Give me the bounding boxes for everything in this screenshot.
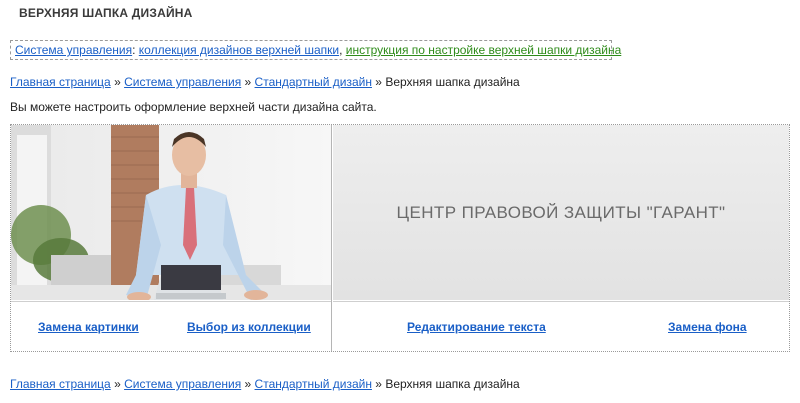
breadcrumb-standard-design[interactable]: Стандартный дизайн [255,75,372,89]
breadcrumb-home[interactable]: Главная страница [10,377,111,391]
link-control-system[interactable]: Система управления [15,43,132,57]
image-cell-divider [11,301,331,302]
breadcrumb-current: Верхняя шапка дизайна [385,75,520,89]
header-text-cell: ЦЕНТР ПРАВОВОЙ ЗАЩИТЫ "ГАРАНТ" Редактиро… [333,125,789,351]
breadcrumb-separator: » [110,75,125,89]
breadcrumb-control-system[interactable]: Система управления [124,75,241,89]
breadcrumb-separator: » [241,377,255,391]
header-background: ЦЕНТР ПРАВОВОЙ ЗАЩИТЫ "ГАРАНТ" [333,125,789,300]
breadcrumb-separator: » [110,377,125,391]
link-header-collection[interactable]: коллекция дизайнов верхней шапки [139,43,339,57]
edit-text-button[interactable]: Редактирование текста [407,320,546,334]
page-title: ВЕРХНЯЯ ШАПКА ДИЗАЙНА [19,6,193,20]
breadcrumb-home[interactable]: Главная страница [10,75,111,89]
text-cell-divider [333,301,789,302]
businessman-photo [11,125,331,300]
header-image-cell: Замена картинки Выбор из коллекции [11,125,332,351]
links-colon: : [132,43,139,57]
breadcrumb-separator: » [241,75,255,89]
breadcrumb-control-system[interactable]: Система управления [124,377,241,391]
links-comma: , [339,43,346,57]
breadcrumb-top: Главная страница » Система управления » … [10,75,520,89]
control-links-box: Система управления: коллекция дизайнов в… [10,40,621,60]
link-header-instructions[interactable]: инструкция по настройке верхней шапки ди… [346,43,622,57]
breadcrumb-separator: » [371,75,386,89]
intro-text: Вы можете настроить оформление верхней ч… [10,100,377,114]
replace-background-button[interactable]: Замена фона [668,320,747,334]
breadcrumb-current: Верхняя шапка дизайна [385,377,520,391]
header-photo [11,125,331,300]
choose-from-collection-button[interactable]: Выбор из коллекции [187,320,311,334]
header-editor-panel: Замена картинки Выбор из коллекции ЦЕНТР… [10,124,790,352]
header-text: ЦЕНТР ПРАВОВОЙ ЗАЩИТЫ "ГАРАНТ" [396,202,726,222]
breadcrumb-bottom: Главная страница » Система управления » … [10,377,520,391]
replace-image-button[interactable]: Замена картинки [38,320,139,334]
breadcrumb-standard-design[interactable]: Стандартный дизайн [255,377,372,391]
breadcrumb-separator: » [371,377,386,391]
